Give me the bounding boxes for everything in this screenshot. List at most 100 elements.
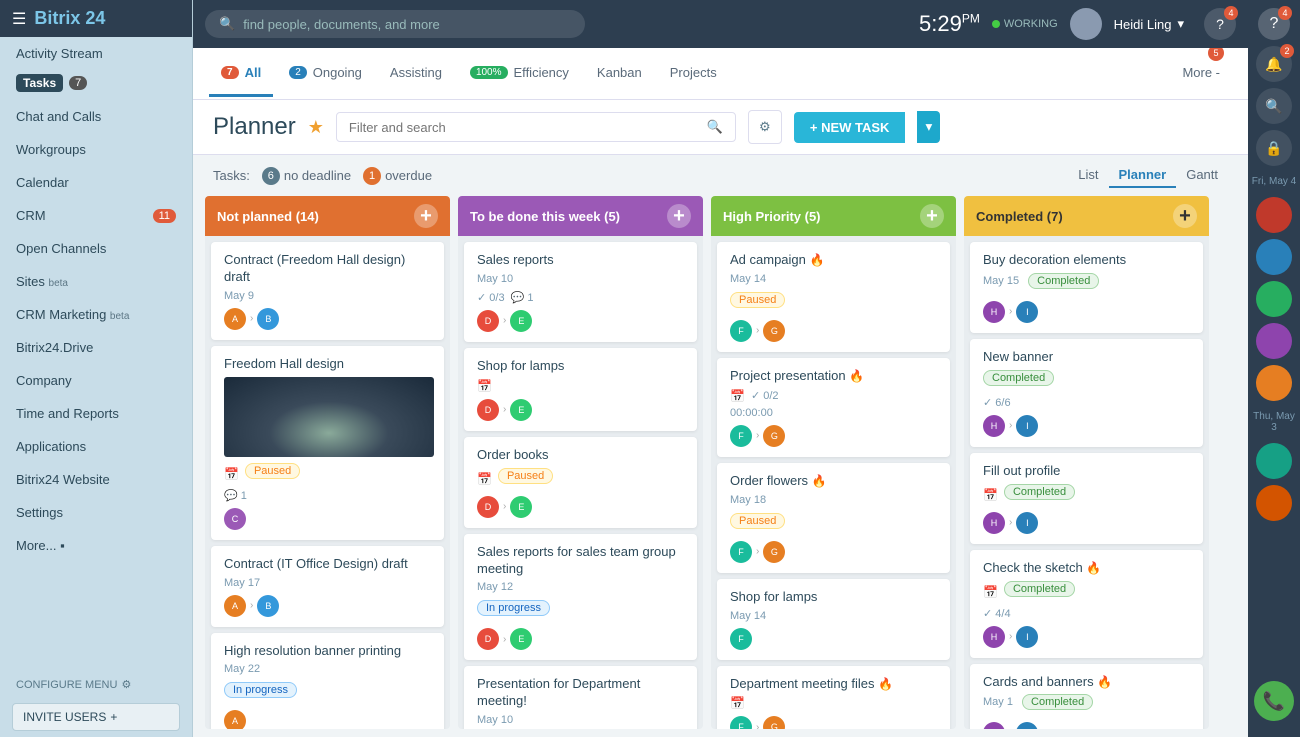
planner-title: Planner [213,113,296,141]
avatar: H [983,722,1005,729]
card-contract-it[interactable]: Contract (IT Office Design) draft May 17… [211,546,444,627]
card-ad-campaign[interactable]: Ad campaign 🔥 May 14 Paused F › G [717,242,950,352]
card-fill-profile[interactable]: Fill out profile 📅 Completed H › I [970,453,1203,544]
view-list[interactable]: List [1068,163,1108,188]
sidebar-item-activity[interactable]: Activity Stream [0,37,192,70]
planner-header: Planner ★ 🔍 ⚙ + NEW TASK ▾ [193,100,1248,155]
search-box[interactable]: 🔍 [205,10,585,38]
sidebar-item-crm-marketing[interactable]: CRM Marketing beta [0,298,192,331]
sidebar-item-time-reports[interactable]: Time and Reports [0,397,192,430]
contact-avatar-4[interactable] [1256,323,1292,359]
view-tabs: List Planner Gantt [1068,163,1228,188]
contact-avatar-5[interactable] [1256,365,1292,401]
sidebar-item-crm[interactable]: CRM 11 [0,199,192,232]
right-sidebar: ? 4 🔔 2 🔍 🔒 Fri, May 4 Thu, May 3 📞 [1248,0,1300,737]
sidebar-item-open-channels[interactable]: Open Channels [0,232,192,265]
settings-button[interactable]: ⚙ [748,110,782,144]
card-order-flowers[interactable]: Order flowers 🔥 May 18 Paused F › G [717,463,950,573]
card-shop-lamps-week[interactable]: Shop for lamps 📅 D › E [464,348,697,431]
tab-ongoing[interactable]: 2 Ongoing [277,51,374,97]
avatar: F [730,541,752,563]
avatar: I [1016,415,1038,437]
avatar: E [510,399,532,421]
card-sales-reports-meeting[interactable]: Sales reports for sales team group meeti… [464,534,697,661]
tab-projects[interactable]: Projects [658,51,729,97]
brand-logo[interactable]: Bitrix 24 [34,8,105,29]
contact-avatar-7[interactable] [1256,485,1292,521]
card-sales-reports[interactable]: Sales reports May 10 ✓ 0/3 💬 1 D › E [464,242,697,342]
tab-efficiency[interactable]: 100% Efficiency [458,51,581,97]
sidebar-item-drive[interactable]: Bitrix24.Drive [0,331,192,364]
sidebar-item-workgroups[interactable]: Workgroups [0,133,192,166]
bell-icon[interactable]: 🔔 2 [1256,46,1292,82]
col-this-week-header: To be done this week (5) + [458,196,703,236]
avatar: H [983,301,1005,323]
col-not-planned: Not planned (14) + Contract (Freedom Hal… [205,196,450,729]
card-cards-banners[interactable]: Cards and banners 🔥 May 1 Completed H › … [970,664,1203,729]
search-input[interactable] [243,17,571,32]
avatar: B [257,595,279,617]
phone-button[interactable]: 📞 [1254,681,1294,721]
user-avatar[interactable] [1070,8,1102,40]
card-project-presentation[interactable]: Project presentation 🔥 📅 ✓ 0/2 00:00:00 … [717,358,950,457]
col-not-planned-add[interactable]: + [414,204,438,228]
configure-menu[interactable]: CONFIGURE MENU ⚙ [0,672,192,697]
question-icon[interactable]: ? 4 [1204,8,1236,40]
sidebar-item-sites[interactable]: Sites beta [0,265,192,298]
col-this-week-cards: Sales reports May 10 ✓ 0/3 💬 1 D › E [458,236,703,729]
card-dept-meeting-files[interactable]: Department meeting files 🔥 📅 F › G [717,666,950,729]
col-high-priority-add[interactable]: + [920,204,944,228]
avatar: B [257,308,279,330]
card-buy-decoration[interactable]: Buy decoration elements May 15 Completed… [970,242,1203,333]
tab-all[interactable]: 7 All [209,51,273,97]
sidebar-item-tasks[interactable]: Tasks 7 [0,70,192,100]
filter-search-icon: 🔍 [707,119,723,135]
contact-avatar-1[interactable] [1256,197,1292,233]
col-this-week-add[interactable]: + [667,204,691,228]
card-shop-lamps-priority[interactable]: Shop for lamps May 14 F [717,579,950,660]
sidebar-item-settings[interactable]: Settings [0,496,192,529]
menu-icon[interactable]: ☰ [12,9,26,29]
calendar-icon: 📅 [477,472,492,486]
contact-avatar-2[interactable] [1256,239,1292,275]
star-icon[interactable]: ★ [308,117,324,138]
card-presentation-dept[interactable]: Presentation for Department meeting! May… [464,666,697,729]
sidebar-item-website[interactable]: Bitrix24 Website [0,463,192,496]
avatar: C [224,508,246,530]
card-order-books[interactable]: Order books 📅 Paused D › E [464,437,697,528]
sidebar-item-applications[interactable]: Applications [0,430,192,463]
invite-users-button[interactable]: INVITE USERS + [12,703,180,731]
tab-kanban[interactable]: Kanban [585,51,654,97]
tab-more[interactable]: 5 More - [1170,51,1232,97]
sidebar-item-company[interactable]: Company [0,364,192,397]
question-button[interactable]: ? 4 [1258,8,1290,40]
col-completed-add[interactable]: + [1173,204,1197,228]
avatar: H [983,626,1005,648]
view-planner[interactable]: Planner [1109,163,1177,188]
view-gantt[interactable]: Gantt [1176,163,1228,188]
new-task-button[interactable]: + NEW TASK [794,112,906,143]
new-task-dropdown[interactable]: ▾ [917,111,940,143]
card-check-sketch[interactable]: Check the sketch 🔥 📅 Completed ✓ 4/4 H ›… [970,550,1203,658]
col-this-week: To be done this week (5) + Sales reports… [458,196,703,729]
contact-avatar-6[interactable] [1256,443,1292,479]
brand-name: Bitrix [34,8,80,28]
avatar: G [763,716,785,729]
col-high-priority: High Priority (5) + Ad campaign 🔥 May 14… [711,196,956,729]
card-banner-printing[interactable]: High resolution banner printing May 22 I… [211,633,444,729]
sidebar-item-calendar[interactable]: Calendar [0,166,192,199]
filter-input[interactable] [349,120,699,135]
search-icon-right[interactable]: 🔍 [1256,88,1292,124]
card-freedom-hall[interactable]: Freedom Hall design 📅 Paused 💬 1 C [211,346,444,540]
col-completed-cards: Buy decoration elements May 15 Completed… [964,236,1209,729]
tab-assisting[interactable]: Assisting [378,51,454,97]
avatar: I [1016,301,1038,323]
sidebar-item-more[interactable]: More... ▪ [0,529,192,562]
user-info[interactable]: Heidi Ling ▾ [1114,16,1184,32]
sidebar-item-chat[interactable]: Chat and Calls [0,100,192,133]
filter-search[interactable]: 🔍 [336,112,736,142]
card-new-banner[interactable]: New banner Completed ✓ 6/6 H › I [970,339,1203,447]
contact-avatar-3[interactable] [1256,281,1292,317]
card-contract-freedom[interactable]: Contract (Freedom Hall design) draft May… [211,242,444,340]
lock-icon[interactable]: 🔒 [1256,130,1292,166]
